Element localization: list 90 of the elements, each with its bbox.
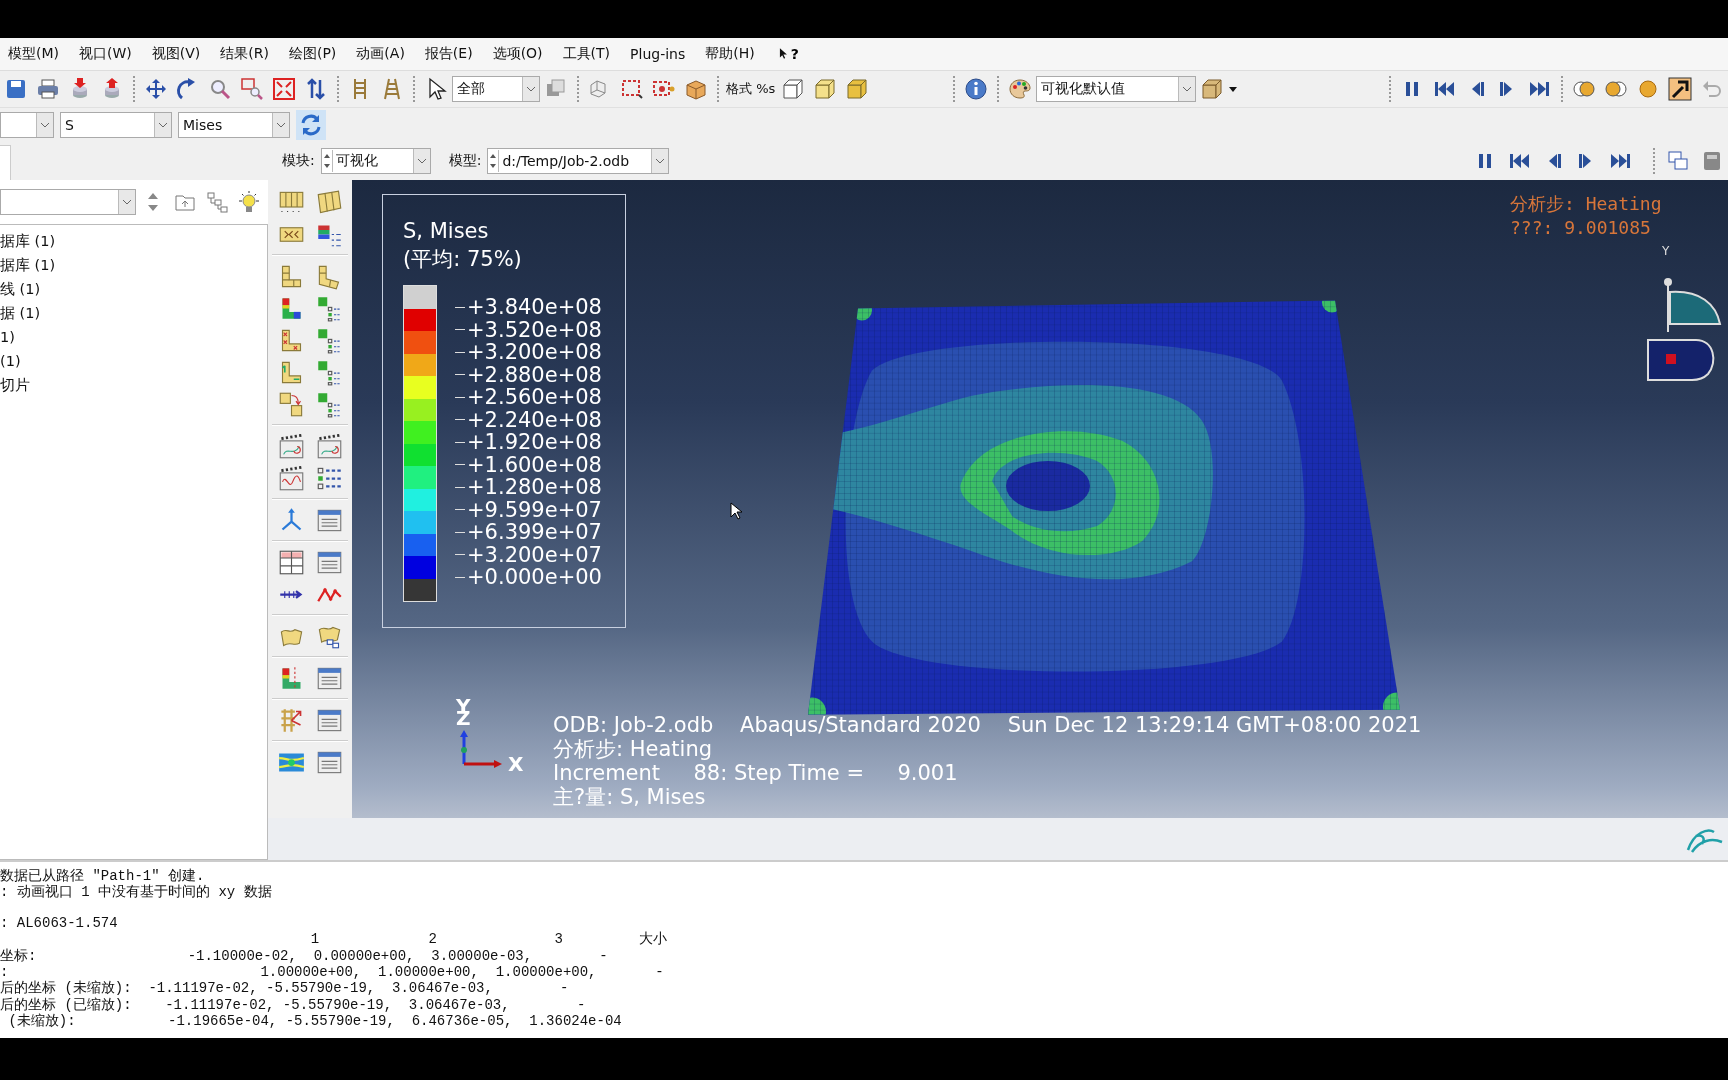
sphere-icon[interactable]	[1636, 77, 1660, 101]
box-zoom-icon[interactable]	[240, 77, 264, 101]
tile-windows-icon[interactable]	[1666, 149, 1690, 173]
menu-item[interactable]: 选项(O)	[492, 45, 543, 63]
invariant-dropdown[interactable]: Mises	[178, 112, 290, 138]
caret-icon	[154, 113, 171, 137]
cube-icon[interactable]	[1200, 77, 1225, 101]
menu-item[interactable]: 视图(V)	[151, 45, 201, 63]
animation-icon[interactable]	[277, 464, 305, 492]
output-line: 后的坐标 (已缩放): -1.11197e-02, -5.55790e-19, 3.06467e-03, -	[0, 996, 586, 1013]
animation-icon[interactable]	[315, 432, 343, 460]
selection-dropdown[interactable]: 全部	[452, 76, 540, 102]
output-line: : AL6063-1.574	[0, 914, 118, 932]
pointer-tool-icon[interactable]	[1668, 77, 1692, 101]
filter-dropdown[interactable]	[0, 189, 136, 215]
message-line: : 动画视口 1 中没有基于时间的 xy 数据	[0, 884, 272, 901]
tree-item[interactable]: 线 (1)	[0, 277, 41, 301]
output-line: (未缩放): -1.19665e-04, -5.55790e-19, 6.46736e-05, 1.36024e-04	[7, 1013, 622, 1030]
legend-list-icon[interactable]	[315, 326, 343, 354]
step-info-text: 分析步: Heating	[1510, 192, 1662, 216]
fit-view-icon[interactable]	[272, 77, 296, 101]
variable-dropdown[interactable]: S	[60, 112, 172, 138]
menu-item[interactable]: 模型(M)	[8, 45, 59, 63]
cube-icon[interactable]	[813, 77, 838, 101]
message-line: 数据已从路径 "Path-1" 创建.	[0, 868, 205, 884]
spinner-icon	[488, 150, 500, 172]
format-label: 格式 %s	[726, 80, 776, 98]
info-text: 主?量: S, Mises	[553, 785, 707, 809]
animation-icon[interactable]	[277, 432, 305, 460]
legend-subtitle: (平均: 75%)	[403, 246, 522, 273]
numbered-grid-icon[interactable]	[315, 188, 343, 216]
tree-item[interactable]: 据库 (1)	[0, 253, 56, 277]
axis-label: X	[508, 754, 524, 774]
dropdown[interactable]	[0, 112, 54, 138]
swap-icon[interactable]	[277, 390, 305, 418]
tree-item[interactable]: 切片	[0, 373, 30, 397]
model-dropdown[interactable]: d:/Temp/Job-2.odb	[487, 148, 670, 174]
caret-icon	[651, 149, 669, 173]
info-text: 分析步: Heating	[553, 737, 714, 761]
caret-icon[interactable]	[1228, 84, 1239, 94]
menu-item[interactable]: 绘图(P)	[288, 45, 337, 63]
spinner-icon	[321, 150, 333, 172]
module-dropdown[interactable]: 可视化	[320, 148, 431, 174]
caret-icon	[272, 113, 289, 137]
display-style-dropdown[interactable]: 可视化默认值	[1036, 76, 1197, 102]
menu-item[interactable]: 报告(E)	[424, 45, 473, 63]
tree-item[interactable]: 1)	[0, 325, 15, 349]
info-text: Increment 88: Step Time = 9.001	[553, 761, 959, 785]
menu-item[interactable]: Plug-ins	[630, 46, 686, 62]
context-help-button[interactable]: ?	[774, 46, 801, 62]
module-label: 模块:	[282, 152, 315, 170]
legend-list-icon[interactable]	[315, 390, 343, 418]
cursor-icon	[730, 502, 742, 520]
box-select-icon[interactable]	[620, 77, 644, 101]
tree-item[interactable]: 据 (1)	[0, 301, 41, 325]
lightbulb-icon[interactable]	[237, 190, 261, 214]
caret-icon	[36, 113, 53, 137]
menu-item[interactable]: 视口(W)	[79, 45, 132, 63]
xy-table-icon[interactable]	[277, 548, 305, 576]
output-line: 后的坐标 (未缩放): -1.11197e-02, -5.55790e-19, 3.06467e-03, -	[0, 980, 569, 997]
output-line: 坐标: -1.10000e-02, 0.00000e+00, 3.00000e-03, -	[0, 947, 608, 965]
save-icon[interactable]	[4, 77, 28, 101]
menu-item[interactable]: 结果(R)	[220, 45, 269, 63]
caret-icon	[522, 77, 539, 101]
caret-icon	[118, 190, 135, 214]
tree-icon[interactable]	[205, 190, 229, 214]
legend-list-icon[interactable]	[315, 358, 343, 386]
menu-item[interactable]: 帮助(H)	[705, 45, 755, 63]
output-line: : 1.00000e+00, 1.00000e+00, 1.00000e+00, -	[0, 964, 664, 981]
menu-item[interactable]: 工具(T)	[562, 45, 611, 63]
tree-item[interactable]: 据库 (1)	[0, 229, 56, 253]
palette-icon[interactable]	[1008, 77, 1033, 101]
output-line: 1 2 3 大小	[309, 931, 667, 948]
menu-item[interactable]: 动画(A)	[356, 45, 405, 63]
cube-icon[interactable]	[845, 77, 870, 101]
caret-icon	[1178, 77, 1196, 101]
model-label: 模型:	[448, 152, 482, 170]
axis-label: Y	[1662, 244, 1670, 258]
cube-icon[interactable]	[781, 77, 806, 101]
printer-icon[interactable]	[36, 77, 60, 101]
info-icon[interactable]	[964, 77, 989, 101]
info-text: ODB: Job-2.odb Abaqus/Standard 2020 Sun Dec 12 13:29:14 GMT+08:00 2021	[553, 713, 1422, 737]
tree-item[interactable]: (1)	[0, 349, 21, 373]
refresh-icon[interactable]	[296, 110, 326, 140]
zoom-icon[interactable]	[208, 77, 232, 101]
step-info-text: ???: 9.001085	[1510, 216, 1652, 240]
pan-icon[interactable]	[144, 77, 168, 101]
legend-title: S, Mises	[403, 218, 489, 245]
legend-list-icon[interactable]	[315, 294, 343, 322]
caret-icon	[412, 149, 430, 173]
